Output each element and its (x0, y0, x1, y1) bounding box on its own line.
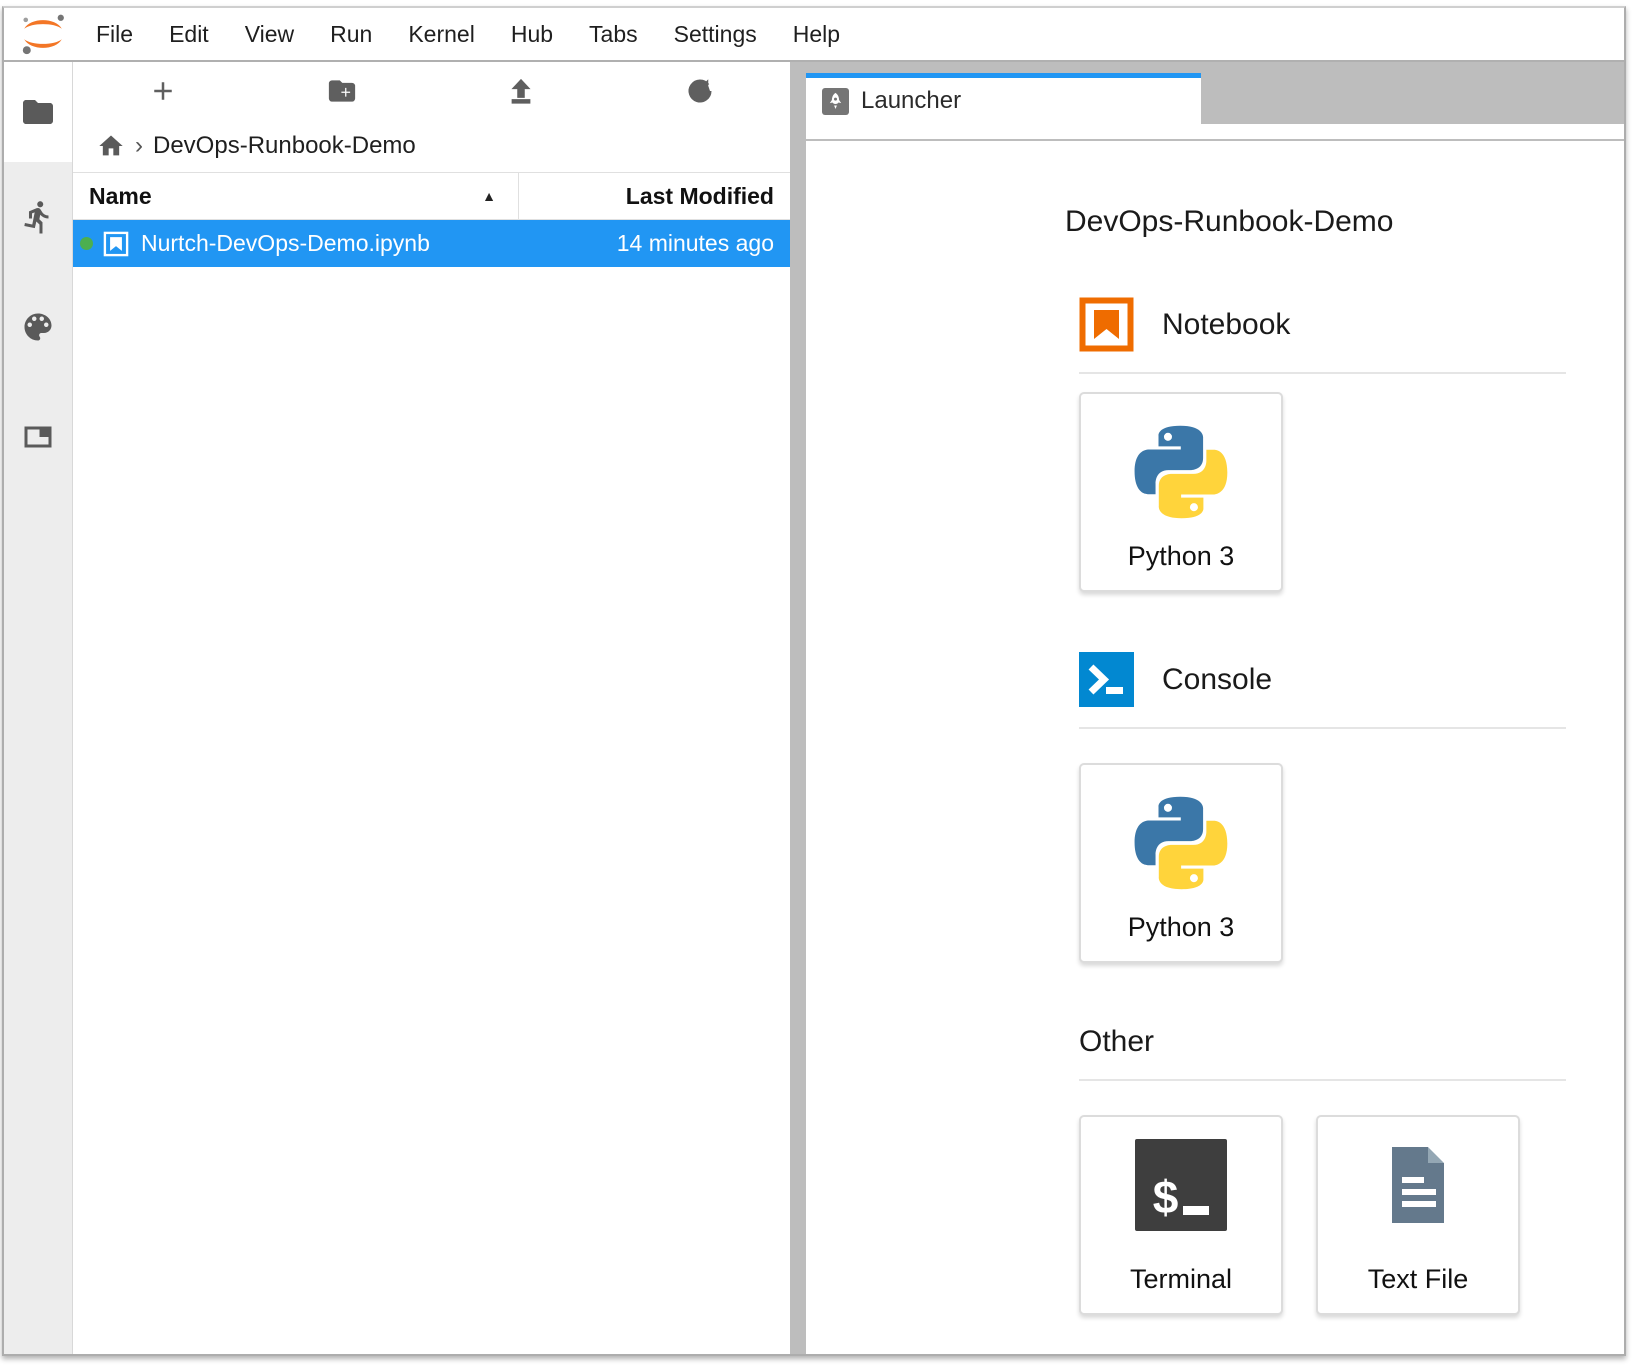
text-file-icon (1372, 1139, 1464, 1231)
file-row-selected[interactable]: Nurtch-DevOps-Demo.ipynb 14 minutes ago (73, 220, 790, 267)
new-folder-icon (327, 76, 357, 106)
sort-ascending-icon: ▲ (482, 188, 496, 204)
folder-icon (20, 94, 56, 130)
notebook-icon (1079, 297, 1134, 352)
tab-launcher[interactable]: Launcher (806, 73, 1201, 124)
breadcrumb-separator: › (135, 132, 143, 160)
section-divider (1079, 1079, 1566, 1081)
refresh-button[interactable] (611, 62, 790, 120)
card-label: Text File (1368, 1264, 1469, 1295)
file-name: Nurtch-DevOps-Demo.ipynb (141, 230, 430, 257)
activity-sidebar (4, 62, 73, 1354)
notebook-file-icon (103, 231, 129, 257)
breadcrumb: › DevOps-Runbook-Demo (73, 120, 790, 172)
panel-splitter-handle[interactable] (790, 62, 806, 1354)
section-label-console: Console (1162, 663, 1272, 697)
menu-file[interactable]: File (78, 8, 151, 60)
python-icon (1125, 416, 1237, 528)
menu-run[interactable]: Run (312, 8, 390, 60)
tabs-icon (20, 419, 56, 455)
last-modified-column-label: Last Modified (626, 183, 774, 210)
menu-tabs[interactable]: Tabs (571, 8, 656, 60)
main-dock-area: Launcher DevOps-Runbook-Demo Notebook (806, 62, 1624, 1354)
menu-kernel[interactable]: Kernel (390, 8, 492, 60)
palette-icon (20, 309, 56, 345)
upload-button[interactable] (432, 62, 611, 120)
card-label: Python 3 (1128, 541, 1235, 572)
launcher-icon (822, 88, 849, 115)
launcher-card-console-python3[interactable]: Python 3 (1079, 763, 1283, 963)
file-list-header: Name ▲ Last Modified (73, 172, 790, 220)
console-icon (1079, 652, 1134, 707)
launcher-section-console: Console (1079, 652, 1566, 707)
jupyterlab-window: File Edit View Run Kernel Hub Tabs Setti… (2, 6, 1626, 1356)
refresh-icon (685, 76, 715, 106)
sidebar-tab-open-tabs[interactable] (4, 382, 72, 492)
name-column-label: Name (89, 183, 152, 210)
plus-icon (148, 76, 178, 106)
running-man-icon (20, 199, 56, 235)
column-header-last-modified[interactable]: Last Modified (518, 173, 790, 219)
menu-edit[interactable]: Edit (151, 8, 227, 60)
launcher-card-notebook-python3[interactable]: Python 3 (1079, 392, 1283, 592)
launcher-card-text-file[interactable]: Text File (1316, 1115, 1520, 1315)
kernel-running-dot (80, 237, 93, 250)
launcher-card-terminal[interactable]: $ Terminal (1079, 1115, 1283, 1315)
sidebar-tab-file-browser[interactable] (4, 62, 72, 162)
file-browser-panel: › DevOps-Runbook-Demo Name ▲ Last Modifi… (73, 62, 790, 1354)
menu-settings[interactable]: Settings (656, 8, 775, 60)
file-list-empty-area (73, 267, 790, 1354)
sidebar-tab-running-sessions[interactable] (4, 162, 72, 272)
launcher-cwd-title: DevOps-Runbook-Demo (1065, 205, 1566, 239)
breadcrumb-current-folder[interactable]: DevOps-Runbook-Demo (153, 132, 416, 160)
file-browser-toolbar (73, 62, 790, 120)
jupyter-logo-icon (20, 13, 66, 55)
launcher-panel: DevOps-Runbook-Demo Notebook Pyt (806, 141, 1624, 1354)
menu-view[interactable]: View (227, 8, 312, 60)
dock-tab-bar: Launcher (806, 62, 1624, 124)
section-label-other: Other (1079, 1025, 1154, 1059)
dock-toolbar-strip (806, 124, 1624, 139)
home-icon (97, 132, 125, 160)
terminal-icon: $ (1135, 1139, 1227, 1231)
launcher-section-other: Other (1079, 1025, 1566, 1059)
column-header-name[interactable]: Name ▲ (73, 183, 518, 210)
new-launcher-button[interactable] (73, 62, 252, 120)
card-label: Terminal (1130, 1264, 1232, 1295)
section-label-notebook: Notebook (1162, 308, 1290, 342)
python-icon (1125, 787, 1237, 899)
home-breadcrumb-link[interactable] (97, 132, 125, 160)
section-divider (1079, 372, 1566, 374)
launcher-section-notebook: Notebook (1079, 297, 1566, 352)
menu-bar: File Edit View Run Kernel Hub Tabs Setti… (4, 8, 1624, 62)
card-label: Python 3 (1128, 912, 1235, 943)
section-divider (1079, 727, 1566, 729)
sidebar-tab-command-palette[interactable] (4, 272, 72, 382)
menu-hub[interactable]: Hub (493, 8, 571, 60)
new-folder-button[interactable] (252, 62, 431, 120)
file-last-modified: 14 minutes ago (617, 230, 790, 257)
tab-launcher-label: Launcher (861, 87, 961, 115)
upload-icon (506, 76, 536, 106)
menu-help[interactable]: Help (775, 8, 858, 60)
